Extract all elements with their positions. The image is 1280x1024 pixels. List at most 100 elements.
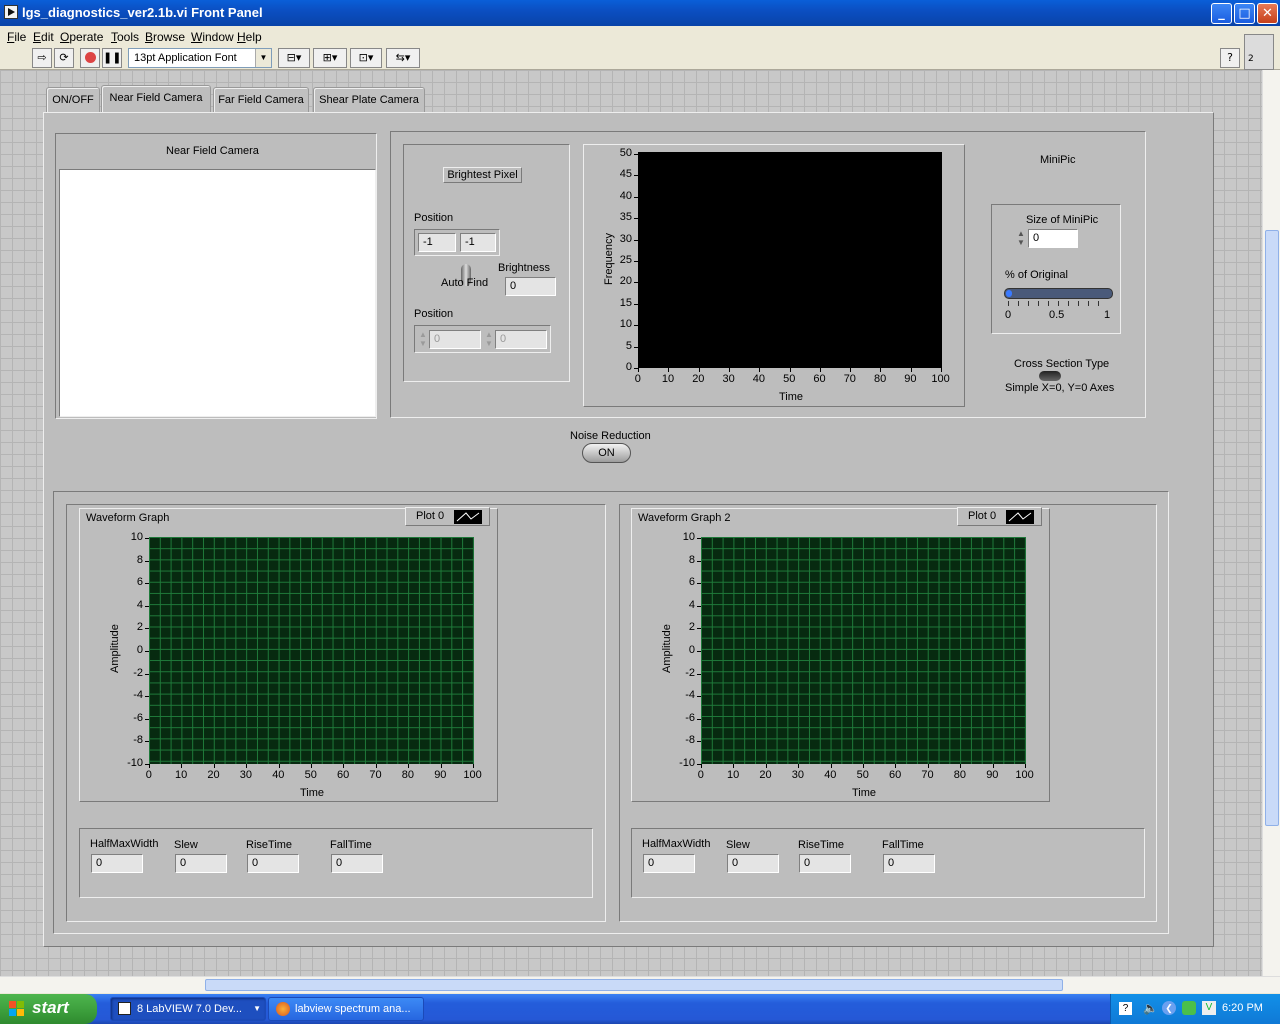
font-select[interactable]: 13pt Application Font ▼: [128, 48, 272, 68]
y-tick-label: -8: [133, 734, 143, 747]
menu-file[interactable]: File: [7, 30, 26, 44]
taskbar-item-firefox[interactable]: labview spectrum ana...: [268, 997, 424, 1021]
y-tick-mark: [634, 346, 638, 348]
clock: 6:20 PM: [1222, 1002, 1263, 1014]
legend-plot-0-label: Plot 0: [416, 510, 445, 522]
y-tick-mark: [145, 696, 149, 698]
x-tick-mark: [698, 368, 700, 372]
position-y-field[interactable]: -1: [460, 233, 496, 252]
x-tick-mark: [149, 764, 150, 768]
g2-risetime-field[interactable]: 0: [799, 854, 851, 873]
x-tick-label: 0: [634, 373, 641, 385]
menu-operate[interactable]: Operate: [60, 30, 103, 44]
cross-section-toggle[interactable]: [1039, 371, 1061, 381]
run-arrow-icon[interactable]: ⇨: [32, 48, 52, 68]
y-tick-mark: [697, 560, 701, 562]
position2-y-stepper[interactable]: ▲ ▼: [484, 330, 494, 349]
g2-risetime-label: RiseTime: [798, 839, 845, 851]
x-tick-mark: [910, 368, 912, 372]
tab-near-field-camera[interactable]: Near Field Camera: [101, 85, 211, 113]
waveform-graph-2-plot-area[interactable]: [701, 537, 1026, 764]
menu-tools[interactable]: Tools: [111, 30, 139, 44]
y-tick-mark: [145, 583, 149, 585]
y-tick-label: 10: [682, 531, 695, 543]
y-tick-mark: [145, 628, 149, 630]
histogram-plot-area[interactable]: [638, 152, 942, 368]
run-continuously-icon[interactable]: ⟳: [54, 48, 74, 68]
pct-original-slider[interactable]: [1004, 288, 1113, 299]
tab-on-off[interactable]: ON/OFF: [46, 87, 100, 113]
minipic-title: MiniPic: [1040, 154, 1076, 166]
x-tick-mark: [638, 368, 639, 372]
x-tick-mark: [181, 764, 183, 768]
waveform-graph-1-legend[interactable]: Plot 0: [405, 507, 490, 526]
minipic-size-stepper[interactable]: ▲ ▼: [1016, 229, 1026, 248]
x-tick-label: 20: [759, 769, 772, 781]
vertical-scrollbar[interactable]: [1262, 70, 1280, 976]
tab-far-field-camera[interactable]: Far Field Camera: [213, 87, 309, 113]
auto-find-label: Auto Find: [441, 277, 489, 289]
antivirus-icon[interactable]: V: [1202, 1001, 1216, 1015]
position2-y-field[interactable]: 0: [495, 330, 547, 349]
help-tray-icon[interactable]: ?: [1119, 1002, 1132, 1015]
speaker-icon[interactable]: 🔈: [1143, 1001, 1158, 1015]
waveform-graph-2-legend[interactable]: Plot 0: [957, 507, 1042, 526]
y-tick-mark: [697, 605, 701, 607]
menu-bar: File Edit Operate Tools Browse Window He…: [0, 27, 1280, 46]
g2-slew-field[interactable]: 0: [727, 854, 779, 873]
taskbar-item-labview[interactable]: 8 LabVIEW 7.0 Dev... ▼: [110, 997, 266, 1021]
back-arrow-icon[interactable]: ❮: [1162, 1001, 1176, 1015]
y-tick-mark: [145, 718, 149, 720]
waveform-graph-2-x-axis-label: Time: [852, 787, 877, 799]
menu-help[interactable]: Help: [237, 30, 262, 44]
y-tick-mark: [145, 560, 149, 562]
minipic-size-label: Size of MiniPic: [1026, 214, 1099, 226]
abort-icon[interactable]: [80, 48, 100, 68]
waveform-graph-2-y-axis-label: Amplitude: [661, 624, 673, 673]
minipic-size-field[interactable]: 0: [1028, 229, 1078, 248]
brightest-pixel-button[interactable]: Brightest Pixel: [443, 167, 522, 183]
horizontal-scrollbar[interactable]: [0, 976, 1280, 993]
menu-browse[interactable]: Browse: [145, 30, 185, 44]
minimize-button[interactable]: _: [1211, 3, 1232, 24]
noise-reduction-button[interactable]: ON: [582, 443, 631, 463]
position-x-field[interactable]: -1: [418, 233, 456, 252]
pct-original-fill: [1006, 290, 1012, 297]
brightness-field[interactable]: 0: [505, 277, 556, 296]
position2-x-field[interactable]: 0: [429, 330, 481, 349]
help-icon[interactable]: ?: [1220, 48, 1240, 68]
align-objects-icon[interactable]: ⊟▾: [278, 48, 310, 68]
y-tick-mark: [634, 239, 638, 241]
pause-icon[interactable]: ❚❚: [102, 48, 122, 68]
resize-objects-icon[interactable]: ⊡▾: [350, 48, 382, 68]
y-tick-label: -2: [685, 666, 695, 679]
y-tick-mark: [634, 261, 638, 262]
position-label: Position: [414, 212, 454, 224]
x-tick-label: 50: [304, 769, 317, 781]
g2-falltime-field[interactable]: 0: [883, 854, 935, 873]
legend-line-icon: [1006, 510, 1034, 524]
reorder-icon[interactable]: ⇆▾: [386, 48, 420, 68]
g1-halfmaxwidth-label: HalfMaxWidth: [90, 838, 159, 850]
position2-x-stepper[interactable]: ▲ ▼: [418, 330, 428, 349]
x-tick-label: 60: [337, 769, 350, 781]
title-bar: lgs_diagnostics_ver2.1b.vi Front Panel _…: [0, 0, 1280, 26]
g1-falltime-field[interactable]: 0: [331, 854, 383, 873]
maximize-button[interactable]: □: [1234, 3, 1255, 24]
waveform-graph-1-plot-area[interactable]: [149, 537, 474, 764]
tab-shear-plate-camera[interactable]: Shear Plate Camera: [313, 87, 425, 113]
close-button[interactable]: ✕: [1257, 3, 1278, 24]
waveform-graph-1-y-axis-label: Amplitude: [109, 624, 121, 673]
x-tick-mark: [213, 764, 215, 768]
menu-window[interactable]: Window: [191, 30, 234, 44]
g1-slew-field[interactable]: 0: [175, 854, 227, 873]
distribute-objects-icon[interactable]: ⊞▾: [313, 48, 347, 68]
labview-icon: [118, 1002, 131, 1015]
security-shield-icon[interactable]: [1182, 1001, 1196, 1015]
g2-halfmaxwidth-field[interactable]: 0: [643, 854, 695, 873]
menu-edit[interactable]: Edit: [33, 30, 54, 44]
start-button[interactable]: start: [0, 994, 97, 1024]
g1-risetime-field[interactable]: 0: [247, 854, 299, 873]
g1-halfmaxwidth-field[interactable]: 0: [91, 854, 143, 873]
labview-vi-icon: [4, 5, 18, 19]
